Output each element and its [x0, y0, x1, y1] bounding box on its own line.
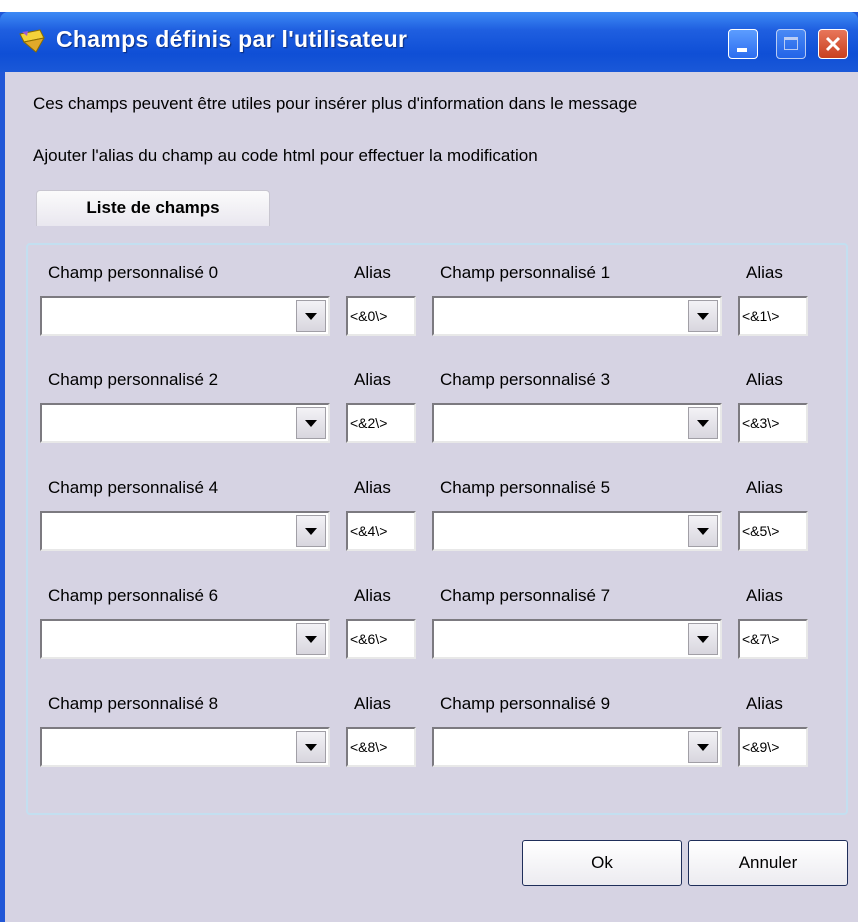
alias-label-9: Alias	[746, 694, 783, 713]
field-label-7: Champ personnalisé 7	[440, 586, 611, 605]
alias-field-9[interactable]: <&9\>	[738, 727, 808, 767]
alias-field-3[interactable]: <&3\>	[738, 403, 808, 443]
field-label-0: Champ personnalisé 0	[48, 263, 219, 282]
info-text-2: Ajouter l'alias du champ au code html po…	[33, 146, 538, 165]
alias-field-1[interactable]: <&1\>	[738, 296, 808, 336]
alias-label-5: Alias	[746, 478, 783, 497]
field-combo-5[interactable]	[432, 511, 722, 551]
dropdown-arrow-icon[interactable]	[688, 515, 718, 547]
alias-label-3: Alias	[746, 370, 783, 389]
field-combo-8[interactable]	[40, 727, 330, 767]
field-label-9: Champ personnalisé 9	[440, 694, 611, 713]
alias-field-4[interactable]: <&4\>	[346, 511, 416, 551]
dropdown-arrow-icon[interactable]	[688, 623, 718, 655]
alias-label-1: Alias	[746, 263, 783, 282]
alias-field-0[interactable]: <&0\>	[346, 296, 416, 336]
alias-field-8[interactable]: <&8\>	[346, 727, 416, 767]
maximize-button[interactable]	[776, 29, 806, 59]
close-icon	[825, 36, 841, 52]
field-label-1: Champ personnalisé 1	[440, 263, 611, 282]
info-text-1: Ces champs peuvent être utiles pour insé…	[33, 94, 638, 113]
dropdown-arrow-icon[interactable]	[296, 623, 326, 655]
alias-label-8: Alias	[354, 694, 391, 713]
field-combo-2[interactable]	[40, 403, 330, 443]
dropdown-arrow-icon[interactable]	[296, 300, 326, 332]
dropdown-arrow-icon[interactable]	[296, 407, 326, 439]
dropdown-arrow-icon[interactable]	[688, 407, 718, 439]
alias-field-6[interactable]: <&6\>	[346, 619, 416, 659]
alias-label-4: Alias	[354, 478, 391, 497]
alias-field-7[interactable]: <&7\>	[738, 619, 808, 659]
field-combo-9[interactable]	[432, 727, 722, 767]
ok-button[interactable]: Ok	[522, 840, 682, 886]
window-title: Champs définis par l'utilisateur	[56, 26, 408, 52]
dropdown-arrow-icon[interactable]	[296, 515, 326, 547]
dropdown-arrow-icon[interactable]	[296, 731, 326, 763]
dropdown-arrow-icon[interactable]	[688, 300, 718, 332]
dropdown-arrow-icon[interactable]	[688, 731, 718, 763]
folder-pencil-icon	[19, 29, 45, 53]
field-combo-6[interactable]	[40, 619, 330, 659]
close-button[interactable]	[818, 29, 848, 59]
title-bar[interactable]: Champs définis par l'utilisateur	[0, 12, 858, 72]
field-label-3: Champ personnalisé 3	[440, 370, 611, 389]
alias-label-0: Alias	[354, 263, 391, 282]
cancel-button[interactable]: Annuler	[688, 840, 848, 886]
field-label-6: Champ personnalisé 6	[48, 586, 219, 605]
alias-label-7: Alias	[746, 586, 783, 605]
field-combo-1[interactable]	[432, 296, 722, 336]
minimize-icon	[737, 48, 747, 52]
alias-label-2: Alias	[354, 370, 391, 389]
field-combo-0[interactable]	[40, 296, 330, 336]
field-label-5: Champ personnalisé 5	[440, 478, 611, 497]
field-combo-4[interactable]	[40, 511, 330, 551]
field-label-8: Champ personnalisé 8	[48, 694, 219, 713]
field-combo-3[interactable]	[432, 403, 722, 443]
alias-label-6: Alias	[354, 586, 391, 605]
field-label-4: Champ personnalisé 4	[48, 478, 219, 497]
field-combo-7[interactable]	[432, 619, 722, 659]
field-label-2: Champ personnalisé 2	[48, 370, 219, 389]
maximize-icon	[784, 37, 798, 50]
alias-field-2[interactable]: <&2\>	[346, 403, 416, 443]
tab-liste-de-champs[interactable]: Liste de champs	[36, 190, 270, 226]
minimize-button[interactable]	[728, 29, 758, 59]
alias-field-5[interactable]: <&5\>	[738, 511, 808, 551]
